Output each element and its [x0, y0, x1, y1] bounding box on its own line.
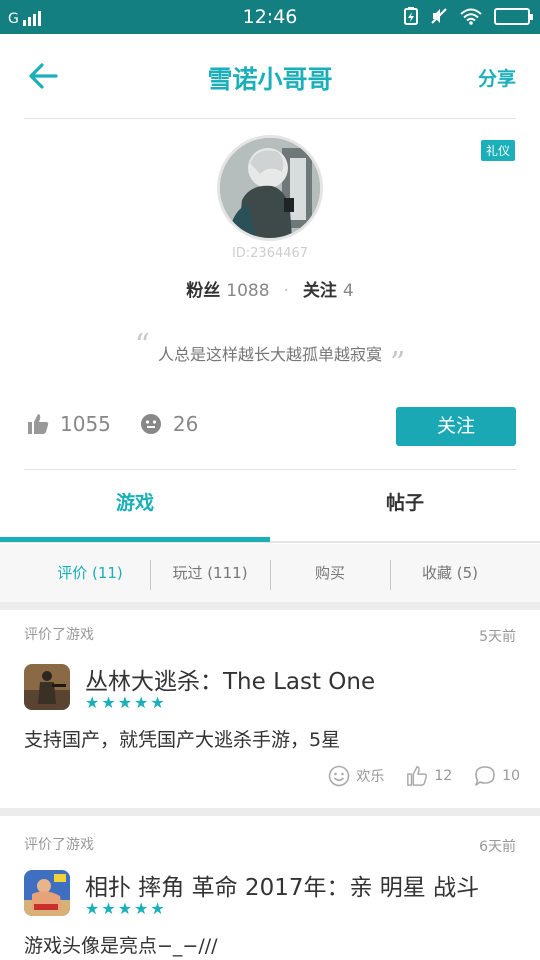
page-title: 雪诺小哥哥 — [207, 65, 333, 94]
tab-games[interactable]: 游戏 — [0, 470, 270, 540]
game-icon-art — [24, 664, 70, 710]
avatar-illustration — [220, 138, 320, 238]
bio: “ 人总是这样越长大越孤单越寂寞 ” — [0, 328, 540, 381]
game-title[interactable]: 相扑 摔角 革命 2017年：亲 明星 战斗 — [85, 868, 479, 902]
subtab-purchased[interactable]: 购买 — [270, 544, 390, 602]
follow-button[interactable]: 关注 — [396, 407, 516, 446]
subtab-favorites[interactable]: 收藏 (5) — [390, 544, 510, 602]
battery-icon — [494, 7, 533, 25]
bio-text: 人总是这样越长大越孤单越寂寞 — [157, 345, 382, 364]
review-card[interactable]: 评价了游戏 5天前 丛林大逃杀：The Last One ★★★★★ 支持国产，… — [0, 610, 540, 808]
review-text: 支持国产，就凭国产大逃杀手游，5星 — [24, 729, 341, 751]
active-tab-indicator — [0, 537, 270, 542]
avatar[interactable] — [217, 135, 323, 241]
status-bar: G 12:46 — [0, 0, 540, 34]
game-title[interactable]: 丛林大逃杀：The Last One — [85, 662, 375, 696]
sub-tabs: 评价 (11) 玩过 (111) 购买 收藏 (5) — [0, 544, 540, 602]
review-meta: 评价了游戏 — [24, 627, 94, 643]
status-icons — [404, 7, 533, 25]
subtab-played[interactable]: 玩过 (111) — [150, 544, 270, 602]
rating-stars: ★★★★★ — [85, 693, 167, 712]
faces-count: 26 — [172, 412, 199, 436]
thumbs-up-outline-icon — [407, 766, 428, 786]
tab-posts[interactable]: 帖子 — [270, 470, 540, 540]
comment-icon — [475, 766, 495, 786]
rating-stars: ★★★★★ — [85, 899, 167, 918]
section-gap — [0, 808, 540, 816]
fans-count[interactable]: 1088 — [226, 281, 269, 301]
follow-stats: 粉丝 1088 · 关注 4 — [0, 276, 540, 301]
wifi-icon — [460, 8, 482, 25]
likes-count: 1055 — [60, 412, 111, 436]
mute-icon — [431, 8, 447, 24]
comment-count: 10 — [502, 768, 520, 784]
review-time: 6天前 — [479, 839, 516, 855]
game-icon-art — [24, 870, 70, 916]
review-text: 游戏头像是亮点−_−/// — [24, 935, 218, 957]
review-card[interactable]: 评价了游戏 6天前 相扑 摔角 革命 2017年：亲 明星 战斗 ★★★★★ 游… — [0, 816, 540, 960]
close-quote-icon: ” — [390, 346, 406, 381]
smile-icon — [329, 765, 350, 787]
section-gap — [0, 602, 540, 610]
etiquette-badge[interactable]: 礼仪 — [480, 140, 515, 161]
like-count: 12 — [434, 768, 453, 784]
following-count[interactable]: 4 — [343, 281, 354, 301]
thumbs-up-icon — [28, 414, 49, 434]
review-meta: 评价了游戏 — [24, 837, 94, 853]
subtab-reviews[interactable]: 评价 (11) — [30, 544, 150, 602]
fans-label[interactable]: 粉丝 — [186, 281, 220, 301]
reaction-stats: 1055 26 — [26, 412, 226, 436]
following-label[interactable]: 关注 — [303, 281, 337, 301]
user-id: ID:2364467 — [231, 246, 309, 261]
review-time: 5天前 — [479, 629, 516, 645]
game-icon[interactable] — [24, 870, 70, 916]
review-actions: 欢乐 12 10 — [306, 765, 520, 787]
game-icon[interactable] — [24, 664, 70, 710]
divider — [24, 118, 516, 119]
comment-button[interactable]: 10 — [474, 765, 520, 787]
battery-saver-icon — [404, 7, 418, 25]
open-quote-icon: “ — [134, 328, 150, 363]
share-button[interactable]: 分享 — [478, 64, 516, 91]
like-button[interactable]: 12 — [406, 765, 452, 787]
reaction-button[interactable]: 欢乐 — [328, 765, 384, 787]
main-tabs: 游戏 帖子 — [0, 470, 540, 540]
header: 雪诺小哥哥 分享 — [0, 34, 540, 118]
face-icon — [140, 414, 161, 434]
separator-dot: · — [283, 281, 289, 301]
reaction-label: 欢乐 — [356, 769, 385, 785]
